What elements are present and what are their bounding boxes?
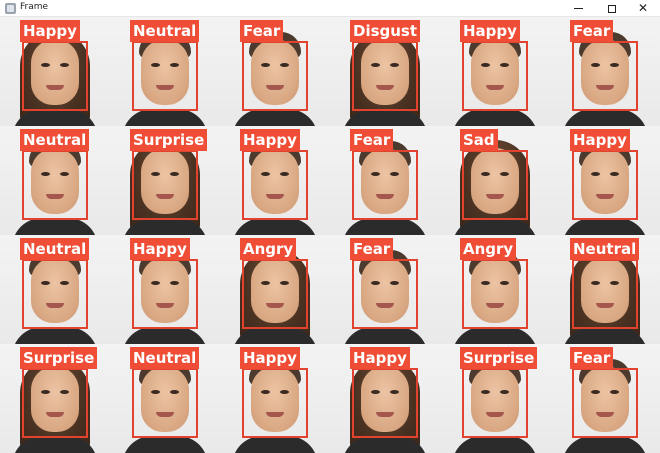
emotion-label: Angry: [240, 238, 297, 260]
emotion-label: Sad: [460, 129, 498, 151]
face-cell: Sad: [440, 126, 550, 235]
detection-box: [352, 41, 418, 111]
shirt: [342, 218, 428, 235]
face-cell: Happy: [220, 344, 330, 453]
shirt: [452, 327, 538, 344]
minimize-button[interactable]: [561, 0, 595, 17]
face-cell: Happy: [0, 17, 110, 126]
emotion-label: Happy: [20, 20, 80, 42]
face-cell: Surprise: [440, 344, 550, 453]
detection-box: [242, 259, 308, 329]
window-titlebar: Frame ✕: [0, 0, 660, 17]
minimize-icon: [573, 8, 583, 9]
face-cell: Neutral: [110, 344, 220, 453]
face-cell: Fear: [330, 235, 440, 344]
emotion-label: Neutral: [20, 129, 90, 151]
emotion-label: Fear: [570, 347, 614, 369]
detection-box: [22, 368, 88, 438]
face-cell: Angry: [220, 235, 330, 344]
emotion-label: Angry: [460, 238, 517, 260]
detection-box: [132, 368, 198, 438]
shirt: [562, 109, 648, 126]
emotion-label: Happy: [130, 238, 190, 260]
shirt: [12, 327, 98, 344]
emotion-label: Neutral: [130, 20, 200, 42]
shirt: [232, 218, 318, 235]
emotion-label: Happy: [350, 347, 410, 369]
detection-box: [132, 150, 198, 220]
face-cell: Happy: [330, 344, 440, 453]
frame-canvas: Happy Neutral Fear Disgust Happy Fear Neutral S…: [0, 17, 660, 453]
shirt: [12, 218, 98, 235]
shirt: [562, 436, 648, 453]
detection-box: [132, 41, 198, 111]
shirt: [452, 436, 538, 453]
window-title: Frame: [20, 2, 49, 12]
emotion-label: Happy: [240, 129, 300, 151]
emotion-label: Surprise: [130, 129, 208, 151]
emotion-label: Neutral: [130, 347, 200, 369]
emotion-label: Neutral: [570, 238, 640, 260]
face-cell: Fear: [550, 344, 660, 453]
detection-box: [242, 368, 308, 438]
face-cell: Disgust: [330, 17, 440, 126]
emotion-label: Neutral: [20, 238, 90, 260]
detection-box: [352, 150, 418, 220]
emotion-label: Fear: [570, 20, 614, 42]
detection-box: [462, 368, 528, 438]
emotion-label: Surprise: [460, 347, 538, 369]
emotion-label: Disgust: [350, 20, 421, 42]
face-cell: Happy: [220, 126, 330, 235]
shirt: [122, 327, 208, 344]
detection-box: [462, 41, 528, 111]
shirt: [232, 109, 318, 126]
face-cell: Fear: [330, 126, 440, 235]
face-cell: Neutral: [0, 235, 110, 344]
detection-box: [22, 41, 88, 111]
emotion-label: Happy: [570, 129, 630, 151]
maximize-icon: [608, 4, 616, 13]
face-cell: Angry: [440, 235, 550, 344]
face-cell: Happy: [110, 235, 220, 344]
face-cell: Fear: [220, 17, 330, 126]
close-button[interactable]: ✕: [626, 0, 660, 17]
emotion-label: Fear: [350, 129, 394, 151]
detection-box: [242, 41, 308, 111]
detection-box: [572, 41, 638, 111]
shirt: [122, 436, 208, 453]
emotion-label: Happy: [460, 20, 520, 42]
face-cell: Happy: [550, 126, 660, 235]
shirt: [122, 109, 208, 126]
face-cell: Neutral: [110, 17, 220, 126]
maximize-button[interactable]: [595, 0, 629, 17]
detection-box: [352, 259, 418, 329]
detection-box: [462, 259, 528, 329]
shirt: [562, 218, 648, 235]
emotion-label: Happy: [240, 347, 300, 369]
detection-box: [242, 150, 308, 220]
app-icon: [5, 3, 16, 14]
face-cell: Fear: [550, 17, 660, 126]
emotion-label: Surprise: [20, 347, 98, 369]
face-cell: Surprise: [0, 344, 110, 453]
detection-box: [132, 259, 198, 329]
detection-box: [572, 368, 638, 438]
face-cell: Neutral: [550, 235, 660, 344]
shirt: [232, 436, 318, 453]
detection-box: [462, 150, 528, 220]
detection-box: [22, 259, 88, 329]
detection-box: [572, 150, 638, 220]
face-cell: Neutral: [0, 126, 110, 235]
detection-box: [352, 368, 418, 438]
detection-box: [22, 150, 88, 220]
close-icon: ✕: [637, 1, 649, 15]
emotion-label: Fear: [350, 238, 394, 260]
shirt: [452, 109, 538, 126]
face-cell: Happy: [440, 17, 550, 126]
detection-box: [572, 259, 638, 329]
emotion-label: Fear: [240, 20, 284, 42]
face-cell: Surprise: [110, 126, 220, 235]
shirt: [342, 327, 428, 344]
